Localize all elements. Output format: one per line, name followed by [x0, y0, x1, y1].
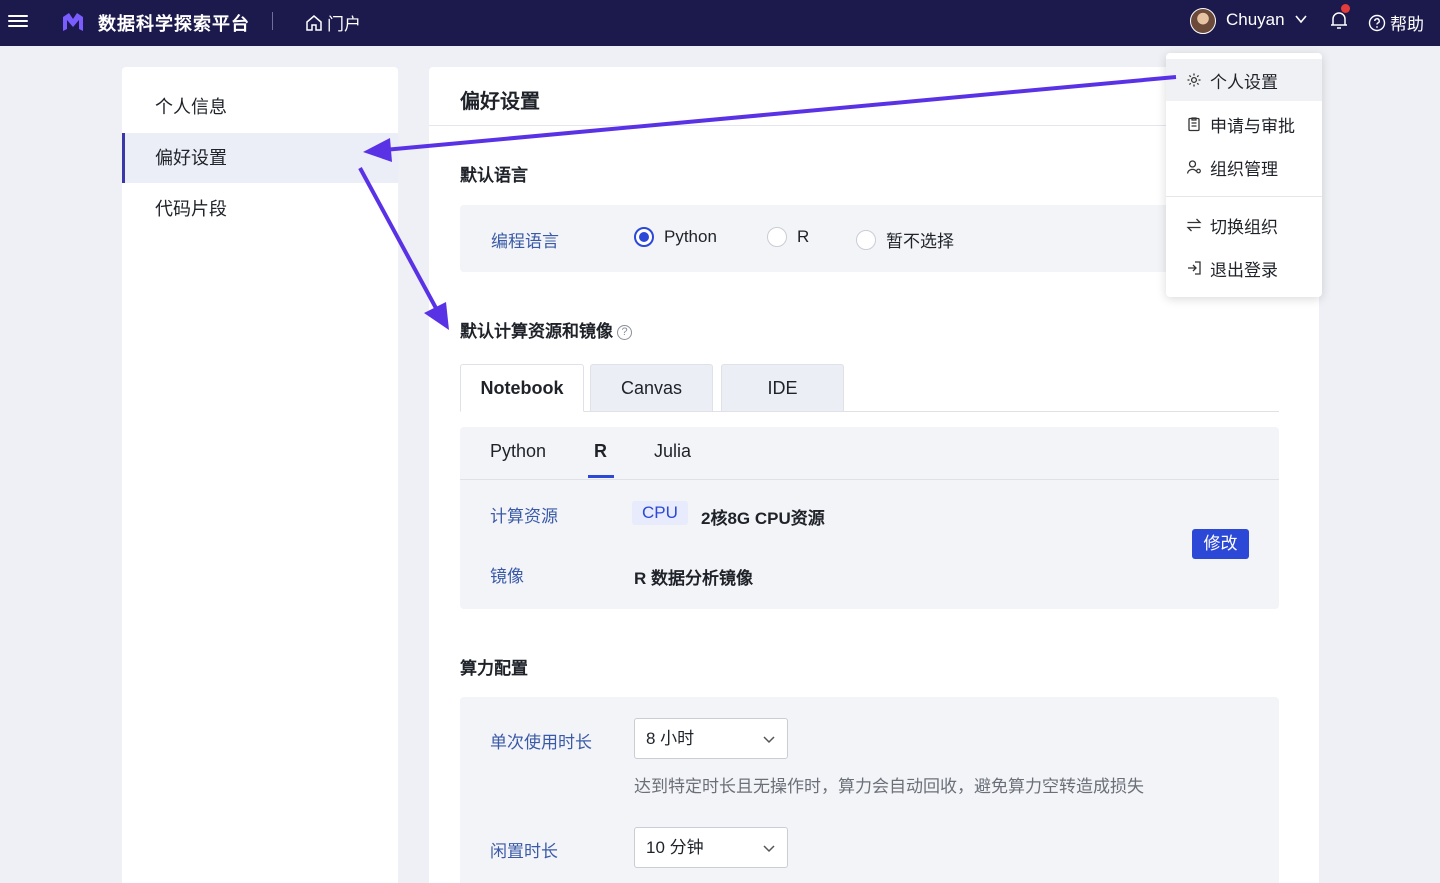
subtab-python[interactable]: Python [490, 441, 546, 462]
logout-icon [1188, 261, 1201, 275]
portal-label: 门户 [327, 15, 361, 34]
help-circle-icon [1368, 14, 1386, 31]
sidebar-item-code-snippets[interactable]: 代码片段 [122, 184, 398, 234]
default-language-panel: 编程语言 Python R 暂不选择 [460, 205, 1279, 272]
single-use-duration-hint: 达到特定时长且无操作时，算力会自动回收，避免算力空转造成损失 [634, 777, 1144, 796]
compute-resource-label: 计算资源 [490, 507, 558, 526]
radio-r-label: R [797, 227, 810, 246]
radio-r[interactable]: R [767, 227, 809, 247]
top-navigation-bar: 数据科学探索平台 门户 Chuyan 帮助 [0, 0, 1440, 46]
idle-duration-select[interactable]: 10 分钟 [634, 827, 788, 868]
menu-item-applications[interactable]: 申请与审批 [1166, 103, 1322, 145]
sidebar-item-profile[interactable]: 个人信息 [122, 82, 398, 132]
user-avatar[interactable] [1190, 8, 1216, 34]
radio-checked-icon[interactable] [634, 227, 654, 247]
default-compute-heading-text: 默认计算资源和镜像 [460, 322, 613, 341]
chevron-down-icon [763, 736, 775, 744]
radio-unchecked-icon[interactable] [856, 229, 876, 250]
compute-settings-panel: Python R Julia 计算资源 CPU 2核8G CPU资源 镜像 R … [460, 427, 1279, 609]
power-config-panel: 单次使用时长 8 小时 达到特定时长且无操作时，算力会自动回收，避免算力空转造成… [460, 697, 1279, 883]
tab-ide[interactable]: IDE [721, 364, 844, 412]
radio-unchecked-icon[interactable] [767, 227, 787, 247]
chevron-down-icon [763, 845, 775, 853]
radio-python[interactable]: Python [634, 227, 717, 247]
menu-divider [1166, 196, 1322, 197]
subtab-julia[interactable]: Julia [654, 441, 691, 462]
tab-notebook[interactable]: Notebook [460, 364, 584, 412]
portal-link[interactable]: 门户 [305, 10, 361, 35]
swap-icon [1186, 218, 1202, 232]
programming-language-label: 编程语言 [491, 232, 559, 251]
radio-none-label: 暂不选择 [886, 232, 954, 251]
single-use-duration-select[interactable]: 8 小时 [634, 718, 788, 759]
menu-icon[interactable] [8, 12, 28, 32]
single-use-duration-value: 8 小时 [646, 729, 695, 748]
user-settings-icon [1186, 160, 1201, 174]
menu-item-org-management[interactable]: 组织管理 [1166, 146, 1322, 188]
single-use-duration-label: 单次使用时长 [490, 733, 592, 752]
menu-item-label: 切换组织 [1210, 217, 1278, 237]
platform-logo-icon [63, 13, 83, 31]
subtab-r[interactable]: R [594, 441, 607, 462]
help-link[interactable]: 帮助 [1368, 10, 1424, 35]
help-label: 帮助 [1390, 15, 1424, 34]
username[interactable]: Chuyan [1226, 10, 1285, 30]
menu-item-logout[interactable]: 退出登录 [1166, 247, 1322, 289]
platform-title[interactable]: 数据科学探索平台 [98, 10, 250, 36]
sidebar-item-preferences[interactable]: 偏好设置 [122, 133, 398, 183]
menu-item-personal-settings[interactable]: 个人设置 [1166, 59, 1322, 101]
clipboard-icon [1188, 117, 1200, 132]
menu-item-label: 退出登录 [1210, 260, 1278, 280]
radio-python-label: Python [664, 227, 717, 246]
tab-canvas[interactable]: Canvas [590, 364, 713, 412]
compute-resource-value: 2核8G CPU资源 [701, 509, 825, 528]
settings-sidebar: 个人信息 偏好设置 代码片段 [122, 67, 398, 883]
menu-item-label: 组织管理 [1210, 159, 1278, 179]
page-title: 偏好设置 [460, 91, 540, 113]
topbar-divider [272, 12, 273, 30]
idle-duration-value: 10 分钟 [646, 838, 704, 857]
power-config-heading: 算力配置 [460, 659, 528, 678]
menu-item-label: 申请与审批 [1210, 116, 1295, 136]
user-dropdown-menu: 个人设置 申请与审批 组织管理 切换组织 退出登录 [1166, 53, 1322, 297]
question-mark-icon[interactable]: ? [617, 325, 632, 340]
notification-badge [1341, 4, 1350, 13]
home-icon [306, 14, 322, 31]
chevron-down-icon[interactable] [1294, 12, 1308, 26]
default-language-heading: 默认语言 [460, 166, 528, 185]
menu-item-switch-org[interactable]: 切换组织 [1166, 204, 1322, 246]
active-subtab-indicator [588, 475, 614, 478]
default-compute-heading: 默认计算资源和镜像? [460, 317, 632, 342]
edit-button[interactable]: 修改 [1192, 529, 1249, 559]
menu-item-label: 个人设置 [1210, 72, 1278, 92]
image-label: 镜像 [490, 567, 524, 586]
cpu-badge: CPU [632, 501, 688, 525]
bell-icon[interactable] [1330, 10, 1348, 30]
idle-duration-label: 闲置时长 [490, 842, 558, 861]
image-value: R 数据分析镜像 [634, 569, 753, 588]
gear-icon [1187, 73, 1201, 87]
subtab-divider [460, 479, 1279, 480]
radio-none[interactable]: 暂不选择 [856, 227, 954, 252]
